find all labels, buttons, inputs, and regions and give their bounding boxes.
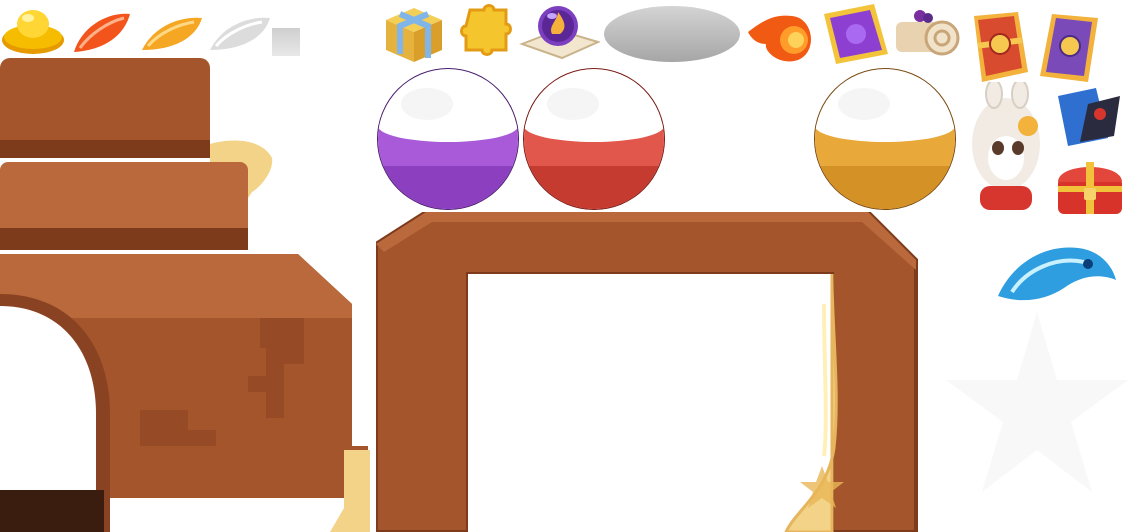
magic-orb-icon	[518, 2, 600, 66]
red-token-card-icon	[962, 10, 1034, 84]
gold-ingot-icon	[0, 4, 66, 56]
wooden-frame	[376, 212, 918, 532]
orange-feather-icon	[138, 10, 204, 56]
fireball-icon	[744, 10, 818, 64]
silver-feather-icon	[206, 10, 272, 56]
rolled-scroll-icon	[890, 6, 964, 64]
wooden-signboard	[0, 58, 370, 532]
red-feather-icon	[68, 8, 134, 56]
purple-token-card-icon	[1032, 10, 1106, 86]
faint-star-decoration	[932, 302, 1142, 522]
silver-disc-icon	[602, 4, 742, 64]
treasure-chest-icon	[1052, 152, 1128, 218]
red-orb	[521, 66, 667, 212]
gift-box-icon	[378, 2, 450, 66]
gray-swatch	[272, 28, 300, 56]
purple-orb	[375, 66, 521, 212]
puzzle-piece-icon	[454, 2, 518, 66]
purple-card-icon	[818, 2, 892, 66]
alpaca-avatar-icon	[962, 82, 1052, 216]
blue-pouch-icon	[1052, 86, 1122, 150]
gold-orb	[812, 66, 958, 212]
